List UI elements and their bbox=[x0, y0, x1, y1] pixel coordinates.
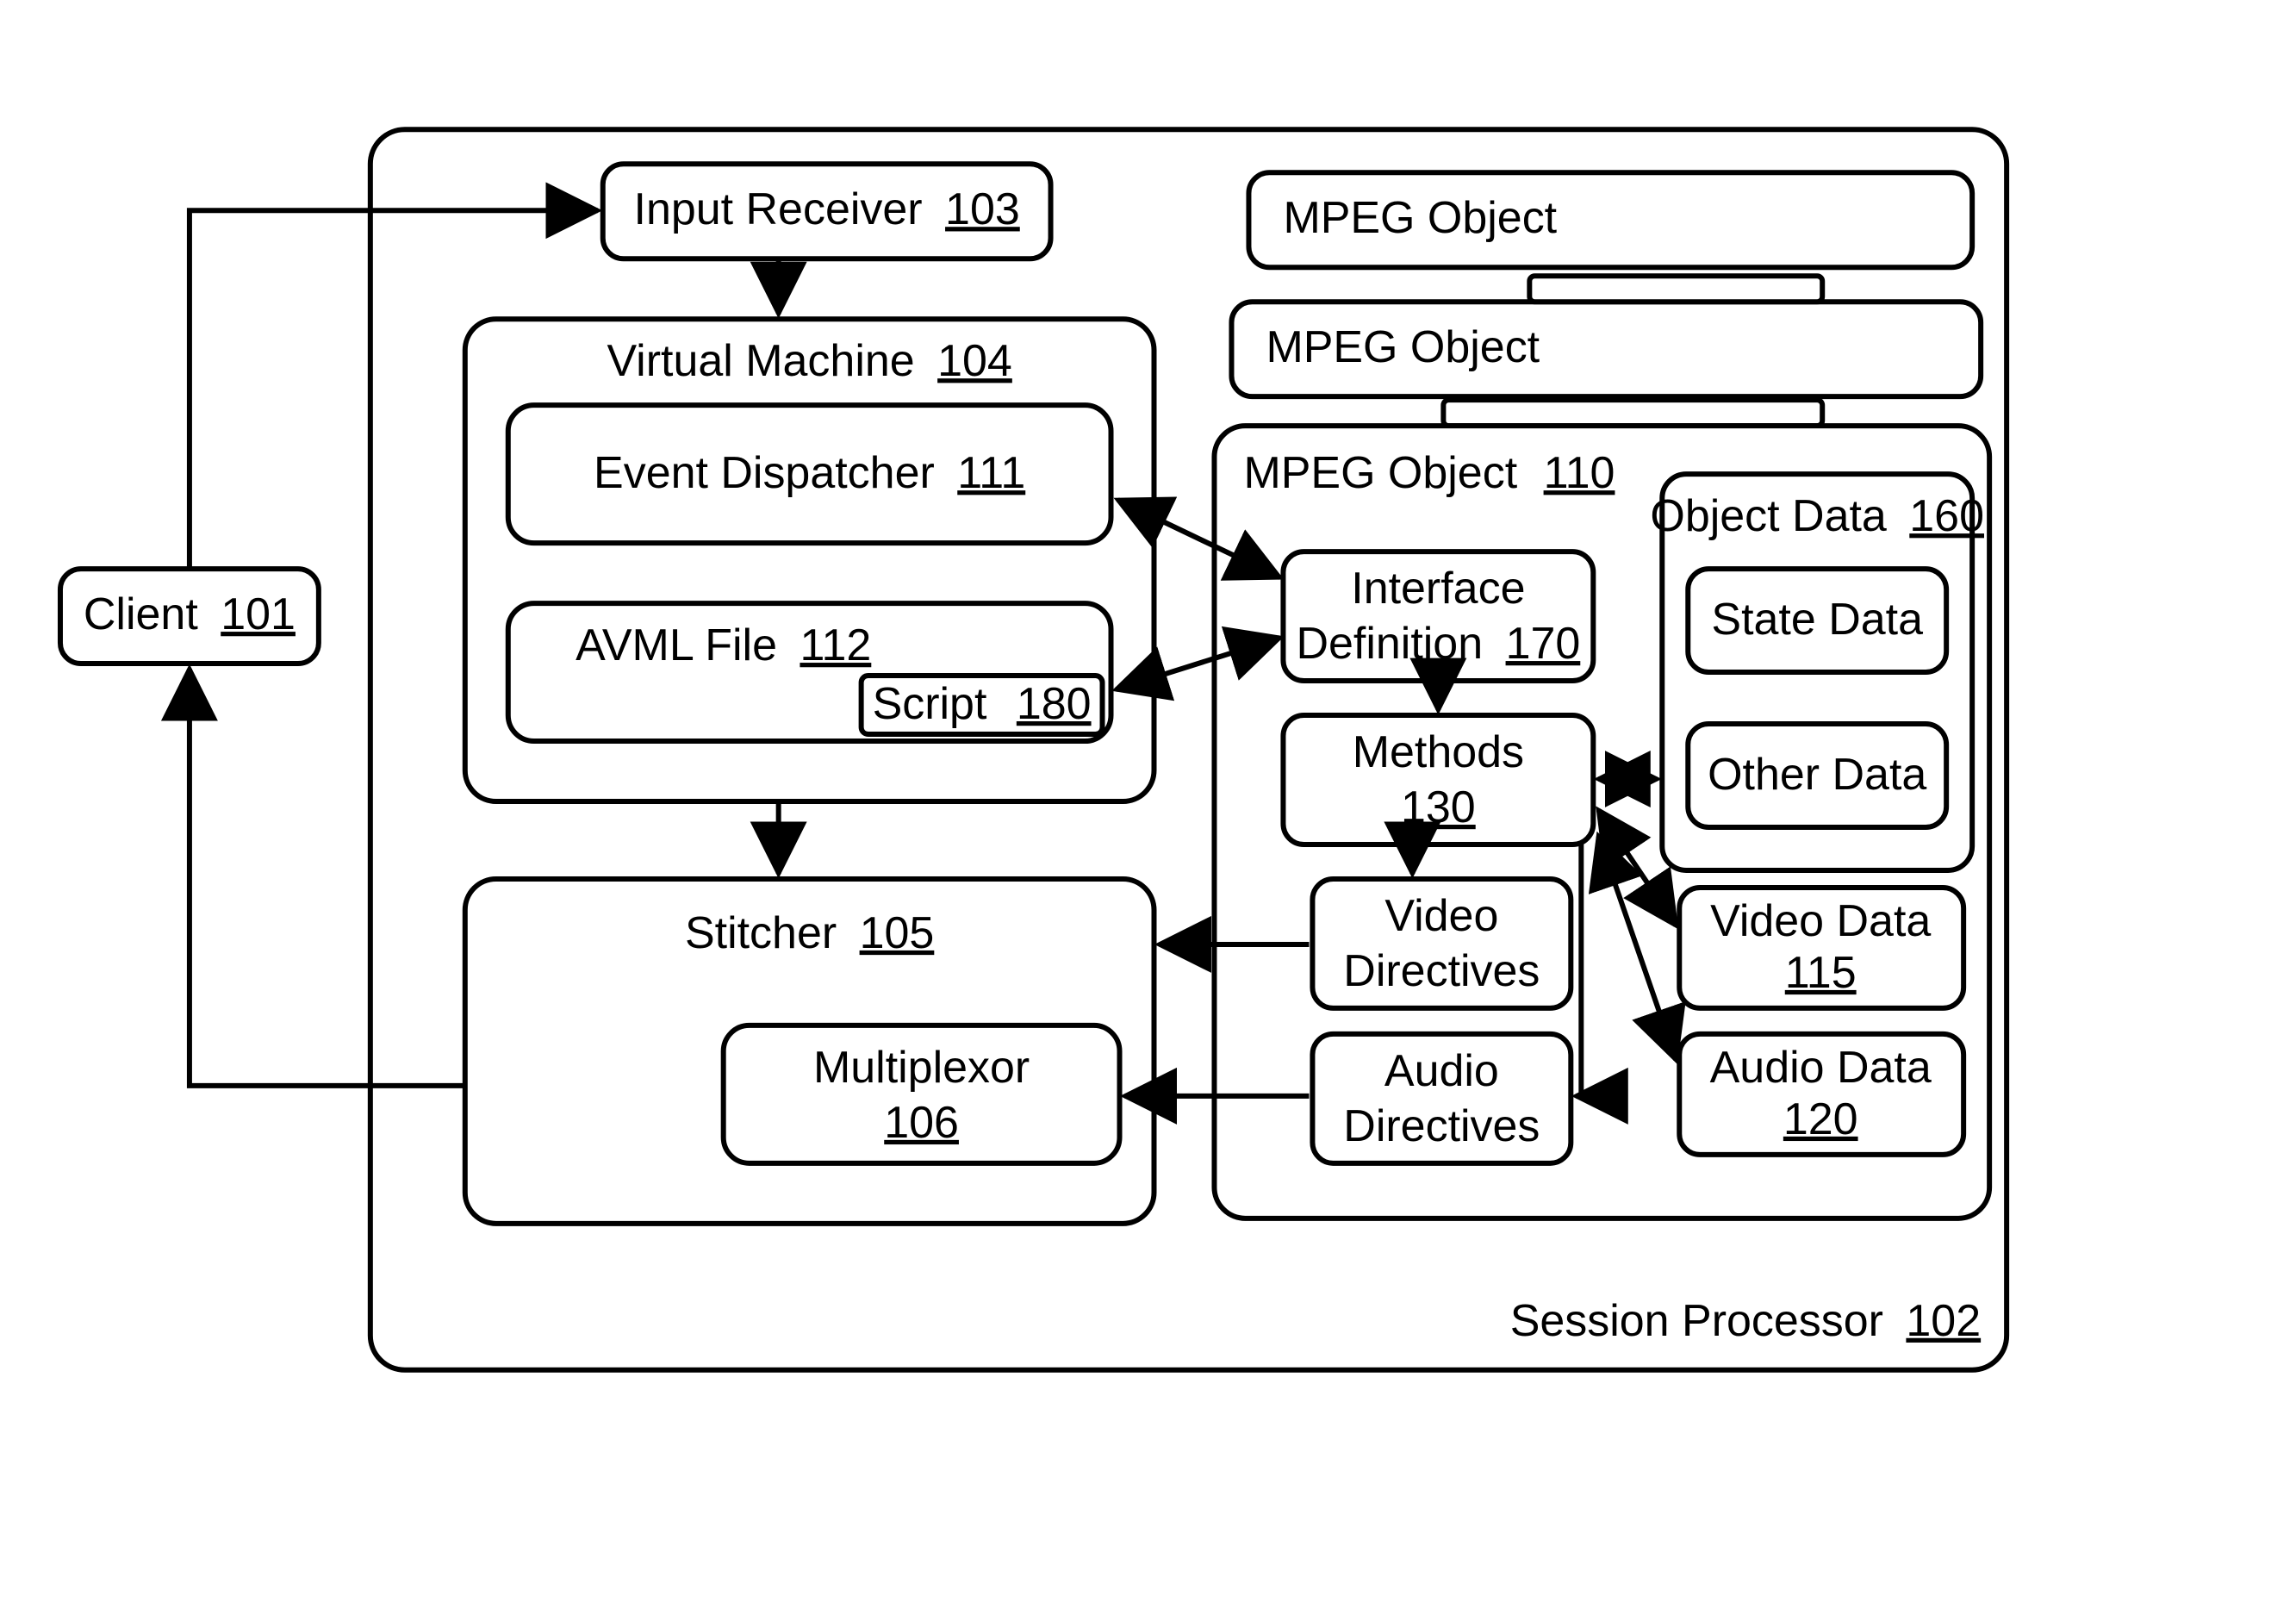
methods-label: Methods bbox=[1353, 727, 1524, 777]
client-label: Client 101 bbox=[84, 589, 296, 639]
mpeg-object-tab2 bbox=[1443, 400, 1822, 426]
mpeg-object-bg1-label: MPEG Object bbox=[1283, 193, 1557, 243]
methods-ref: 130 bbox=[1401, 782, 1476, 832]
video-directives-label2: Directives bbox=[1343, 946, 1540, 996]
mpeg-object-label: MPEG Object 110 bbox=[1243, 448, 1615, 498]
event-dispatcher-label: Event Dispatcher 111 bbox=[594, 448, 1025, 498]
interface-definition-label1: Interface bbox=[1351, 564, 1525, 614]
video-data-label: Video Data bbox=[1710, 896, 1931, 946]
session-processor-label: Session Processor 102 bbox=[1510, 1296, 1981, 1346]
audio-data-label: Audio Data bbox=[1710, 1043, 1932, 1093]
object-data-label: Object Data 160 bbox=[1650, 491, 1984, 541]
diagram-canvas: Session Processor 102 Client 101 Input R… bbox=[0, 0, 2296, 1608]
state-data-label: State Data bbox=[1711, 595, 1923, 645]
video-directives-label1: Video bbox=[1384, 891, 1498, 941]
script-label: Script 180 bbox=[873, 679, 1092, 729]
multiplexor-ref: 106 bbox=[884, 1098, 959, 1148]
avml-file-label: AVML File 112 bbox=[576, 620, 871, 670]
audio-data-ref: 120 bbox=[1783, 1094, 1858, 1144]
virtual-machine-label: Virtual Machine 104 bbox=[607, 336, 1011, 386]
stitcher-label: Stitcher 105 bbox=[685, 908, 934, 958]
audio-directives-label1: Audio bbox=[1384, 1046, 1499, 1096]
video-data-ref: 115 bbox=[1785, 948, 1857, 998]
other-data-label: Other Data bbox=[1708, 750, 1926, 800]
mpeg-object-bg2-label: MPEG Object bbox=[1266, 322, 1540, 372]
audio-directives-label2: Directives bbox=[1343, 1101, 1540, 1151]
multiplexor-label: Multiplexor bbox=[813, 1043, 1030, 1093]
mpeg-object-tab1 bbox=[1529, 276, 1822, 302]
input-receiver-label: Input Receiver 103 bbox=[634, 184, 1020, 234]
interface-definition-label2: Definition 170 bbox=[1296, 619, 1580, 669]
